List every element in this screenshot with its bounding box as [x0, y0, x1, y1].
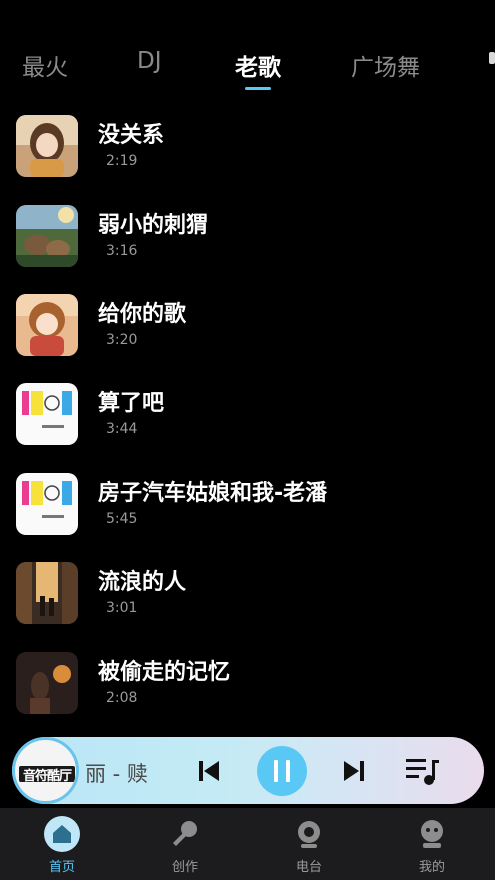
song-list-item[interactable]: 算了吧 3:44 — [0, 383, 495, 459]
song-list-item[interactable]: 弱小的刺猬 3:16 — [0, 205, 495, 281]
song-cover — [16, 205, 78, 267]
app-screen: 最火 DJ 老歌 广场舞 没关系 2:19 弱小的刺猬 3:16 给你的歌 3:… — [0, 0, 495, 880]
song-title: 流浪的人 — [98, 570, 187, 595]
song-list-item[interactable]: 房子汽车姑娘和我-老潘 5:45 — [0, 473, 495, 549]
next-tab-peek — [489, 52, 495, 64]
home-icon — [44, 816, 80, 852]
song-title: 弱小的刺猬 — [98, 213, 209, 238]
song-duration: 2:19 — [106, 153, 138, 169]
song-list-item[interactable]: 流浪的人 3:01 — [0, 562, 495, 638]
song-duration: 2:08 — [106, 690, 138, 706]
nav-item-create[interactable]: 创作 — [140, 808, 230, 880]
microphone-icon — [173, 821, 197, 846]
bottom-navigation: 首页 创作 电台 我的 — [0, 808, 495, 880]
nav-item-radio[interactable]: 电台 — [264, 808, 354, 880]
skip-previous-icon — [199, 761, 219, 781]
song-duration: 3:01 — [106, 600, 138, 616]
nav-label: 创作 — [171, 860, 198, 875]
song-cover — [16, 115, 78, 177]
song-title: 被偷走的记忆 — [98, 660, 231, 685]
song-title: 给你的歌 — [98, 302, 187, 327]
song-cover — [16, 294, 78, 356]
tab-oldies[interactable]: 老歌 — [235, 48, 281, 82]
mini-player[interactable]: 音符酷厅 丽 - 赎 — [12, 737, 484, 804]
song-cover — [16, 383, 78, 445]
song-duration: 3:44 — [106, 421, 138, 437]
song-duration: 5:45 — [106, 511, 138, 527]
nav-label: 我的 — [418, 860, 445, 875]
tab-square-dance[interactable]: 广场舞 — [351, 48, 420, 82]
skip-next-icon — [344, 761, 364, 781]
song-title: 房子汽车姑娘和我-老潘 — [98, 481, 328, 506]
song-duration: 3:16 — [106, 243, 138, 259]
song-cover — [16, 473, 78, 535]
song-cover — [16, 652, 78, 714]
album-disc[interactable]: 音符酷厅 — [12, 737, 79, 804]
tab-dj[interactable]: DJ — [137, 48, 162, 74]
song-title: 没关系 — [98, 123, 165, 148]
song-list-item[interactable]: 给你的歌 3:20 — [0, 294, 495, 370]
next-button[interactable] — [341, 758, 367, 784]
play-pause-button[interactable] — [257, 746, 307, 796]
tab-hottest[interactable]: 最火 — [22, 48, 68, 82]
song-title: 算了吧 — [98, 391, 165, 416]
active-tab-indicator — [245, 87, 271, 90]
song-cover — [16, 562, 78, 624]
now-playing-title: 丽 - 赎 — [85, 762, 148, 786]
nav-item-home[interactable]: 首页 — [17, 808, 107, 880]
pause-icon — [257, 746, 307, 796]
app-logo-text: 音符酷厅 — [22, 769, 72, 784]
profile-icon — [421, 820, 443, 848]
playlist-button[interactable] — [405, 756, 441, 786]
nav-label: 电台 — [295, 860, 322, 875]
song-duration: 3:20 — [106, 332, 138, 348]
nav-item-mine[interactable]: 我的 — [387, 808, 477, 880]
radio-icon — [298, 821, 320, 848]
playlist-icon — [406, 759, 439, 785]
nav-label: 首页 — [48, 860, 75, 875]
song-list-item[interactable]: 被偷走的记忆 2:08 — [0, 652, 495, 728]
previous-button[interactable] — [196, 758, 222, 784]
song-list-item[interactable]: 没关系 2:19 — [0, 115, 495, 191]
